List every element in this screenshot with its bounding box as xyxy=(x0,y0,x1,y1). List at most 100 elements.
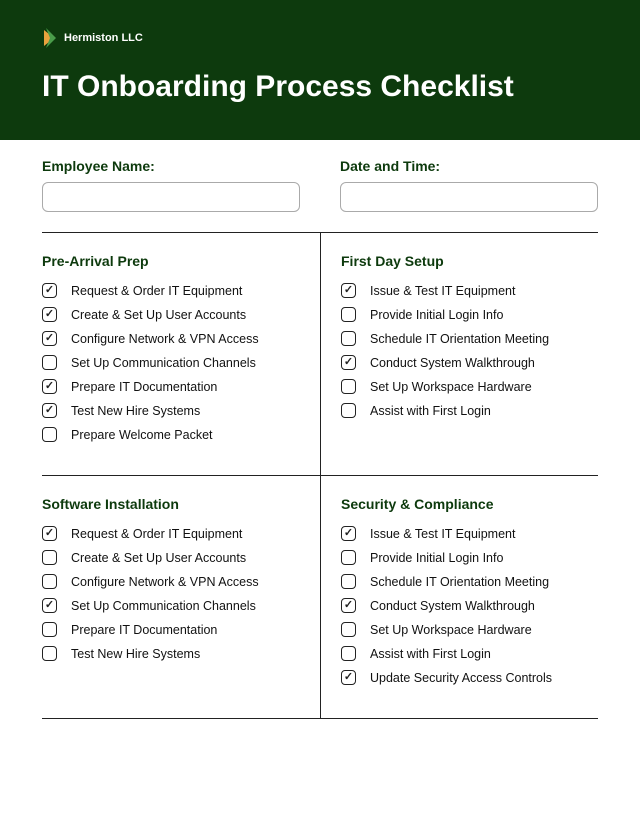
checkbox[interactable] xyxy=(42,550,57,565)
date-time-label: Date and Time: xyxy=(340,158,598,174)
checkbox[interactable] xyxy=(42,646,57,661)
checklist-item: Conduct System Walkthrough xyxy=(341,355,598,370)
checklist-item: Request & Order IT Equipment xyxy=(42,283,300,298)
employee-name-label: Employee Name: xyxy=(42,158,300,174)
section-security: Security & Compliance Issue & Test IT Equ… xyxy=(320,476,598,718)
checklist-item-label: Provide Initial Login Info xyxy=(370,308,503,322)
checklist-item: Set Up Workspace Hardware xyxy=(341,622,598,637)
checkbox[interactable] xyxy=(42,331,57,346)
checklist-item: Prepare Welcome Packet xyxy=(42,427,300,442)
checklist-item-label: Test New Hire Systems xyxy=(71,404,200,418)
grid-bottom: Software Installation Request & Order IT … xyxy=(0,476,640,718)
checklist-item-label: Request & Order IT Equipment xyxy=(71,527,242,541)
checklist-item: Schedule IT Orientation Meeting xyxy=(341,574,598,589)
checklist-item: Configure Network & VPN Access xyxy=(42,574,300,589)
checklist-item: Issue & Test IT Equipment xyxy=(341,283,598,298)
checkbox[interactable] xyxy=(42,574,57,589)
logo-row: Hermiston LLC xyxy=(42,28,598,48)
checkbox[interactable] xyxy=(42,379,57,394)
checklist-item: Assist with First Login xyxy=(341,646,598,661)
checklist-item-label: Schedule IT Orientation Meeting xyxy=(370,575,549,589)
header: Hermiston LLC IT Onboarding Process Chec… xyxy=(0,0,640,140)
checklist-item-label: Prepare IT Documentation xyxy=(71,380,217,394)
divider xyxy=(42,718,598,719)
checkbox[interactable] xyxy=(42,427,57,442)
checklist-item-label: Test New Hire Systems xyxy=(71,647,200,661)
section-software: Software Installation Request & Order IT … xyxy=(42,476,320,718)
employee-name-field: Employee Name: xyxy=(42,158,300,212)
page-title: IT Onboarding Process Checklist xyxy=(42,70,598,104)
checklist-item: Prepare IT Documentation xyxy=(42,379,300,394)
checklist-item-label: Provide Initial Login Info xyxy=(370,551,503,565)
checklist-item-label: Schedule IT Orientation Meeting xyxy=(370,332,549,346)
checkbox[interactable] xyxy=(42,598,57,613)
checkbox[interactable] xyxy=(42,622,57,637)
checklist-item: Create & Set Up User Accounts xyxy=(42,550,300,565)
checklist-item-label: Issue & Test IT Equipment xyxy=(370,284,515,298)
date-time-input[interactable] xyxy=(340,182,598,212)
checkbox[interactable] xyxy=(341,646,356,661)
employee-name-input[interactable] xyxy=(42,182,300,212)
checkbox[interactable] xyxy=(42,283,57,298)
checklist-item-label: Create & Set Up User Accounts xyxy=(71,308,246,322)
checklist-item-label: Update Security Access Controls xyxy=(370,671,552,685)
section-first-day: First Day Setup Issue & Test IT Equipment… xyxy=(320,233,598,475)
checklist-item: Set Up Workspace Hardware xyxy=(341,379,598,394)
checklist-item: Issue & Test IT Equipment xyxy=(341,526,598,541)
checkbox[interactable] xyxy=(341,355,356,370)
section-title: Security & Compliance xyxy=(341,496,598,512)
checklist-item: Request & Order IT Equipment xyxy=(42,526,300,541)
checklist-item: Prepare IT Documentation xyxy=(42,622,300,637)
checklist-item: Provide Initial Login Info xyxy=(341,550,598,565)
section-pre-arrival: Pre-Arrival Prep Request & Order IT Equip… xyxy=(42,233,320,475)
checklist-item-label: Set Up Workspace Hardware xyxy=(370,380,532,394)
checklist-item: Update Security Access Controls xyxy=(341,670,598,685)
checkbox[interactable] xyxy=(341,670,356,685)
checkbox[interactable] xyxy=(42,526,57,541)
checklist-item: Test New Hire Systems xyxy=(42,403,300,418)
checklist-item: Test New Hire Systems xyxy=(42,646,300,661)
checkbox[interactable] xyxy=(341,307,356,322)
checklist-item-label: Assist with First Login xyxy=(370,404,491,418)
checklist-item-label: Request & Order IT Equipment xyxy=(71,284,242,298)
section-title: Software Installation xyxy=(42,496,300,512)
checklist-item: Set Up Communication Channels xyxy=(42,598,300,613)
checkbox[interactable] xyxy=(42,355,57,370)
checklist-item-label: Configure Network & VPN Access xyxy=(71,332,259,346)
checkbox[interactable] xyxy=(42,307,57,322)
checklist-item-label: Set Up Communication Channels xyxy=(71,599,256,613)
checklist-item: Assist with First Login xyxy=(341,403,598,418)
checkbox[interactable] xyxy=(341,598,356,613)
section-title: Pre-Arrival Prep xyxy=(42,253,300,269)
checklist-item: Provide Initial Login Info xyxy=(341,307,598,322)
checklist-item: Create & Set Up User Accounts xyxy=(42,307,300,322)
checkbox[interactable] xyxy=(341,331,356,346)
company-name: Hermiston LLC xyxy=(64,32,143,44)
checklist-item-label: Set Up Workspace Hardware xyxy=(370,623,532,637)
checklist-item-label: Configure Network & VPN Access xyxy=(71,575,259,589)
section-title: First Day Setup xyxy=(341,253,598,269)
checkbox[interactable] xyxy=(341,622,356,637)
checkbox[interactable] xyxy=(341,283,356,298)
checklist-item-label: Create & Set Up User Accounts xyxy=(71,551,246,565)
checklist-item-label: Set Up Communication Channels xyxy=(71,356,256,370)
checklist-item-label: Conduct System Walkthrough xyxy=(370,599,535,613)
checklist-item: Schedule IT Orientation Meeting xyxy=(341,331,598,346)
checklist-item-label: Prepare Welcome Packet xyxy=(71,428,213,442)
checklist-item-label: Assist with First Login xyxy=(370,647,491,661)
form-row: Employee Name: Date and Time: xyxy=(0,140,640,232)
checklist-item: Configure Network & VPN Access xyxy=(42,331,300,346)
grid-top: Pre-Arrival Prep Request & Order IT Equip… xyxy=(0,233,640,475)
logo-icon xyxy=(42,28,56,48)
checkbox[interactable] xyxy=(341,526,356,541)
checkbox[interactable] xyxy=(341,550,356,565)
checkbox[interactable] xyxy=(341,574,356,589)
checklist-item-label: Issue & Test IT Equipment xyxy=(370,527,515,541)
checkbox[interactable] xyxy=(341,379,356,394)
checkbox[interactable] xyxy=(341,403,356,418)
checkbox[interactable] xyxy=(42,403,57,418)
checklist-item: Set Up Communication Channels xyxy=(42,355,300,370)
date-time-field: Date and Time: xyxy=(340,158,598,212)
checklist-item: Conduct System Walkthrough xyxy=(341,598,598,613)
checklist-item-label: Prepare IT Documentation xyxy=(71,623,217,637)
